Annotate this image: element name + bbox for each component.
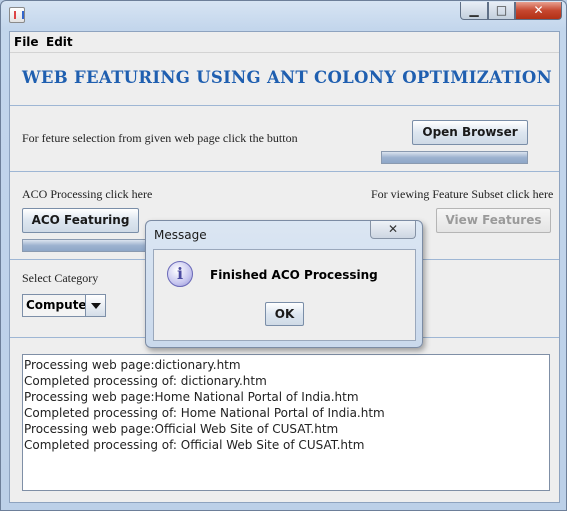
aco-instruction: ACO Processing click here <box>22 187 153 201</box>
title-bar[interactable]: ▁ □ ✕ <box>1 1 566 29</box>
divider <box>10 105 559 106</box>
category-label: Select Category <box>22 271 99 285</box>
chevron-down-icon[interactable] <box>85 295 105 316</box>
category-select[interactable]: Computer <box>22 294 106 317</box>
info-icon: i <box>167 261 193 287</box>
aco-featuring-button[interactable]: ACO Featuring <box>22 208 139 233</box>
category-selected-value: Computer <box>26 298 93 312</box>
log-line: Processing web page:Official Web Site of… <box>24 422 339 436</box>
aco-progress-bar <box>22 239 152 252</box>
log-line: Completed processing of: Home National P… <box>24 406 385 420</box>
open-browser-button[interactable]: Open Browser <box>412 120 528 145</box>
menu-bar: File Edit <box>10 32 559 53</box>
minimize-button[interactable]: ▁ <box>460 2 488 20</box>
dialog-message: Finished ACO Processing <box>210 268 378 282</box>
close-button[interactable]: ✕ <box>515 2 562 20</box>
processing-log[interactable]: Processing web page:dictionary.htm Comple… <box>22 354 550 491</box>
view-features-instruction: For viewing Feature Subset click here <box>371 187 554 201</box>
log-line: Completed processing of: Official Web Si… <box>24 438 365 452</box>
page-title: WEB FEATURING USING ANT COLONY OPTIMIZAT… <box>22 68 552 87</box>
log-line: Completed processing of: dictionary.htm <box>24 374 267 388</box>
divider <box>10 171 559 172</box>
java-app-icon <box>9 7 25 23</box>
dialog-title: Message <box>154 228 207 242</box>
view-features-button[interactable]: View Features <box>436 208 551 233</box>
browser-instruction: For feture selection from given web page… <box>22 131 298 145</box>
log-line: Processing web page:dictionary.htm <box>24 358 241 372</box>
ok-button[interactable]: OK <box>265 302 304 326</box>
dialog-close-button[interactable]: ✕ <box>370 221 416 239</box>
log-line: Processing web page:Home National Portal… <box>24 390 359 404</box>
dialog-body: i Finished ACO Processing OK <box>153 249 416 341</box>
message-dialog: Message ✕ i Finished ACO Processing OK <box>145 220 423 348</box>
menu-edit[interactable]: Edit <box>46 35 73 49</box>
maximize-button[interactable]: □ <box>488 2 515 20</box>
menu-file[interactable]: File <box>14 35 39 49</box>
browser-progress-bar <box>381 151 528 164</box>
